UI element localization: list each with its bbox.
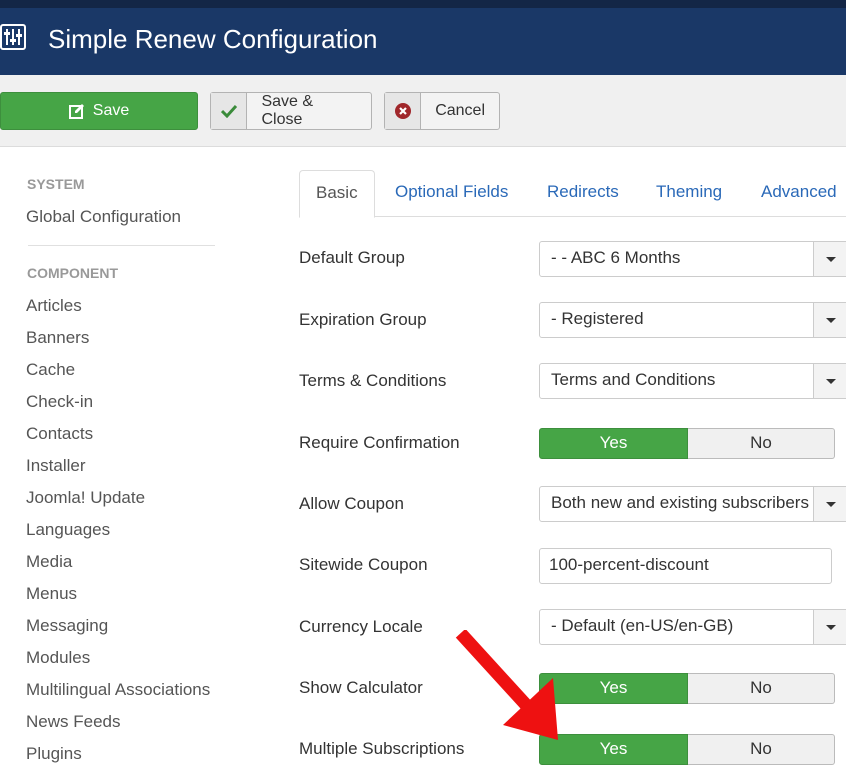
sidebar-item-global-configuration[interactable]: Global Configuration	[26, 207, 181, 227]
sidebar-item-news-feeds[interactable]: News Feeds	[26, 712, 120, 732]
chevron-down-icon	[813, 610, 846, 644]
cancel-label: Cancel	[435, 102, 485, 119]
terms-select[interactable]: Terms and Conditions	[539, 363, 846, 399]
sidebar-heading-system: SYSTEM	[27, 176, 85, 192]
sidebar-item-contacts[interactable]: Contacts	[26, 424, 93, 444]
currency-locale-select[interactable]: - Default (en-US/en-GB)	[539, 609, 846, 645]
multiple-subscriptions-label: Multiple Subscriptions	[299, 739, 465, 758]
currency-locale-label: Currency Locale	[299, 617, 423, 636]
tab-theming[interactable]: Theming	[656, 170, 722, 217]
tab-basic[interactable]: Basic	[299, 170, 375, 218]
save-close-button[interactable]: Save & Close	[210, 92, 372, 130]
require-confirmation-no[interactable]: No	[688, 428, 835, 459]
save-close-label: Save & Close	[261, 93, 314, 128]
options-sliders-icon	[0, 24, 26, 50]
show-calculator-label: Show Calculator	[299, 678, 423, 697]
allow-coupon-label: Allow Coupon	[299, 494, 404, 513]
default-group-value: - - ABC 6 Months	[551, 248, 681, 267]
tab-optional-fields[interactable]: Optional Fields	[395, 170, 508, 217]
sidebar-item-messaging[interactable]: Messaging	[26, 616, 108, 636]
sidebar-divider	[28, 245, 215, 246]
chevron-down-icon	[813, 242, 846, 276]
chevron-down-icon	[813, 303, 846, 337]
sidebar-item-joomla-update[interactable]: Joomla! Update	[26, 488, 145, 508]
show-calculator-no[interactable]: No	[688, 673, 835, 704]
sidebar-item-articles[interactable]: Articles	[26, 296, 82, 316]
multiple-subscriptions-toggle: Yes No	[539, 734, 835, 765]
cancel-button[interactable]: Cancel	[384, 92, 500, 130]
chevron-down-icon	[813, 364, 846, 398]
tab-bar: Basic Optional Fields Redirects Theming …	[299, 170, 846, 218]
terms-label: Terms & Conditions	[299, 371, 447, 390]
edit-icon	[68, 104, 84, 119]
sidebar-item-languages[interactable]: Languages	[26, 520, 110, 540]
cancel-circle-icon	[385, 93, 422, 129]
sitewide-coupon-input[interactable]: 100-percent-discount	[539, 548, 832, 584]
sidebar-item-installer[interactable]: Installer	[26, 456, 86, 476]
sidebar-item-banners[interactable]: Banners	[26, 328, 89, 348]
top-strip	[0, 0, 846, 8]
sidebar-item-modules[interactable]: Modules	[26, 648, 90, 668]
expiration-group-label: Expiration Group	[299, 310, 427, 329]
expiration-group-value: - Registered	[551, 309, 644, 328]
sitewide-coupon-label: Sitewide Coupon	[299, 555, 428, 574]
sidebar-item-plugins[interactable]: Plugins	[26, 744, 82, 764]
red-arrow-icon	[455, 630, 558, 740]
allow-coupon-value: Both new and existing subscribers	[551, 493, 809, 512]
tab-redirects[interactable]: Redirects	[547, 170, 619, 217]
save-label: Save	[92, 102, 130, 119]
sidebar-item-check-in[interactable]: Check-in	[26, 392, 93, 412]
save-button[interactable]: Save	[0, 92, 198, 130]
show-calculator-toggle: Yes No	[539, 673, 835, 704]
terms-value: Terms and Conditions	[551, 370, 716, 389]
sidebar-item-menus[interactable]: Menus	[26, 584, 77, 604]
require-confirmation-yes[interactable]: Yes	[539, 428, 688, 459]
toolbar: Save Save & Close Cancel	[0, 75, 846, 147]
require-confirmation-label: Require Confirmation	[299, 433, 460, 452]
allow-coupon-select[interactable]: Both new and existing subscribers	[539, 486, 846, 522]
sidebar-item-multilingual-associations[interactable]: Multilingual Associations	[26, 680, 210, 700]
sidebar-item-cache[interactable]: Cache	[26, 360, 75, 380]
default-group-label: Default Group	[299, 248, 405, 267]
page-title: Simple Renew Configuration	[48, 24, 378, 54]
chevron-down-icon	[813, 487, 846, 521]
require-confirmation-toggle: Yes No	[539, 428, 835, 459]
sidebar-heading-component: COMPONENT	[27, 265, 118, 281]
expiration-group-select[interactable]: - Registered	[539, 302, 846, 338]
sidebar-item-media[interactable]: Media	[26, 552, 72, 572]
default-group-select[interactable]: - - ABC 6 Months	[539, 241, 846, 277]
multiple-subscriptions-no[interactable]: No	[688, 734, 835, 765]
currency-locale-value: - Default (en-US/en-GB)	[551, 616, 734, 635]
checkmark-icon	[211, 93, 248, 129]
tab-advanced[interactable]: Advanced	[761, 170, 837, 217]
page-header: Simple Renew Configuration	[0, 8, 846, 75]
